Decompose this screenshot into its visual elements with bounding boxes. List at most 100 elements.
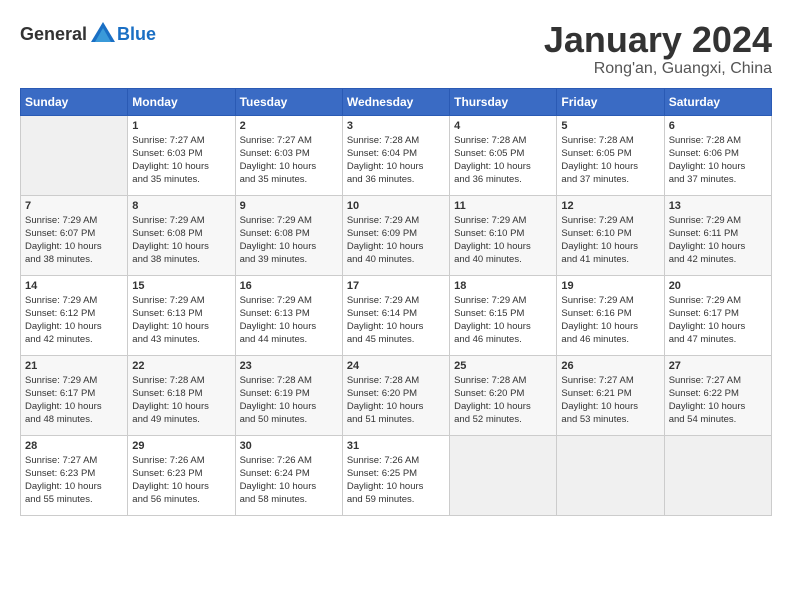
day-number: 15 [132, 280, 230, 292]
day-number: 27 [669, 360, 767, 372]
day-info: Sunrise: 7:29 AMSunset: 6:08 PMDaylight:… [132, 214, 230, 267]
day-number: 24 [347, 360, 445, 372]
calendar-header-cell: Tuesday [235, 88, 342, 115]
day-number: 23 [240, 360, 338, 372]
title-area: January 2024 Rong'an, Guangxi, China [544, 20, 772, 78]
calendar-day-cell: 8 Sunrise: 7:29 AMSunset: 6:08 PMDaylight… [128, 195, 235, 275]
day-number: 29 [132, 440, 230, 452]
calendar-day-cell: 22Sunrise: 7:28 AMSunset: 6:18 PMDayligh… [128, 355, 235, 435]
day-info: Sunrise: 7:27 AMSunset: 6:21 PMDaylight:… [561, 374, 659, 427]
day-number: 6 [669, 120, 767, 132]
logo: General Blue [20, 20, 156, 48]
day-number: 30 [240, 440, 338, 452]
calendar-day-cell: 13 Sunrise: 7:29 AMSunset: 6:11 PMDayligh… [664, 195, 771, 275]
day-info: Sunrise: 7:28 AMSunset: 6:05 PMDaylight:… [561, 134, 659, 187]
calendar-header-cell: Monday [128, 88, 235, 115]
calendar-day-cell: 16Sunrise: 7:29 AMSunset: 6:13 PMDayligh… [235, 275, 342, 355]
calendar-day-cell: 3Sunrise: 7:28 AMSunset: 6:04 PMDaylight… [342, 115, 449, 195]
calendar-header-cell: Saturday [664, 88, 771, 115]
calendar-table: SundayMondayTuesdayWednesdayThursdayFrid… [20, 88, 772, 516]
page-header: General Blue January 2024 Rong'an, Guang… [20, 20, 772, 78]
day-number: 25 [454, 360, 552, 372]
calendar-day-cell: 18 Sunrise: 7:29 AMSunset: 6:15 PMDayligh… [450, 275, 557, 355]
calendar-day-cell: 10Sunrise: 7:29 AMSunset: 6:09 PMDayligh… [342, 195, 449, 275]
day-info: Sunrise: 7:29 AMSunset: 6:14 PMDaylight:… [347, 294, 445, 347]
calendar-week-row: 28Sunrise: 7:27 AMSunset: 6:23 PMDayligh… [21, 435, 772, 515]
day-number: 20 [669, 280, 767, 292]
calendar-day-cell: 28Sunrise: 7:27 AMSunset: 6:23 PMDayligh… [21, 435, 128, 515]
day-info: Sunrise: 7:28 AMSunset: 6:20 PMDaylight:… [454, 374, 552, 427]
day-info: Sunrise: 7:27 AMSunset: 6:22 PMDaylight:… [669, 374, 767, 427]
calendar-body: 1 Sunrise: 7:27 AMSunset: 6:03 PMDaylight… [21, 115, 772, 515]
calendar-day-cell [664, 435, 771, 515]
day-number: 26 [561, 360, 659, 372]
month-title: January 2024 [544, 20, 772, 60]
day-info: Sunrise: 7:27 AMSunset: 6:03 PMDaylight:… [240, 134, 338, 187]
calendar-header-cell: Wednesday [342, 88, 449, 115]
calendar-day-cell: 24 Sunrise: 7:28 AMSunset: 6:20 PMDayligh… [342, 355, 449, 435]
logo-text-blue: Blue [117, 24, 156, 45]
calendar-day-cell: 6 Sunrise: 7:28 AMSunset: 6:06 PMDaylight… [664, 115, 771, 195]
calendar-day-cell: 14 Sunrise: 7:29 AMSunset: 6:12 PMDayligh… [21, 275, 128, 355]
day-number: 22 [132, 360, 230, 372]
calendar-day-cell: 31Sunrise: 7:26 AMSunset: 6:25 PMDayligh… [342, 435, 449, 515]
calendar-day-cell: 5 Sunrise: 7:28 AMSunset: 6:05 PMDaylight… [557, 115, 664, 195]
calendar-week-row: 7 Sunrise: 7:29 AMSunset: 6:07 PMDaylight… [21, 195, 772, 275]
calendar-day-cell: 19 Sunrise: 7:29 AMSunset: 6:16 PMDayligh… [557, 275, 664, 355]
day-number: 5 [561, 120, 659, 132]
day-number: 7 [25, 200, 123, 212]
day-info: Sunrise: 7:29 AMSunset: 6:10 PMDaylight:… [561, 214, 659, 267]
calendar-week-row: 1 Sunrise: 7:27 AMSunset: 6:03 PMDaylight… [21, 115, 772, 195]
day-info: Sunrise: 7:29 AMSunset: 6:12 PMDaylight:… [25, 294, 123, 347]
day-number: 21 [25, 360, 123, 372]
day-info: Sunrise: 7:29 AMSunset: 6:10 PMDaylight:… [454, 214, 552, 267]
location: Rong'an, Guangxi, China [544, 60, 772, 78]
calendar-header-row: SundayMondayTuesdayWednesdayThursdayFrid… [21, 88, 772, 115]
calendar-header-cell: Friday [557, 88, 664, 115]
calendar-header-cell: Thursday [450, 88, 557, 115]
calendar-day-cell [450, 435, 557, 515]
calendar-day-cell: 30 Sunrise: 7:26 AMSunset: 6:24 PMDayligh… [235, 435, 342, 515]
day-info: Sunrise: 7:26 AMSunset: 6:25 PMDaylight:… [347, 454, 445, 507]
day-info: Sunrise: 7:28 AMSunset: 6:20 PMDaylight:… [347, 374, 445, 427]
day-number: 17 [347, 280, 445, 292]
day-number: 14 [25, 280, 123, 292]
day-info: Sunrise: 7:29 AMSunset: 6:07 PMDaylight:… [25, 214, 123, 267]
calendar-day-cell: 7 Sunrise: 7:29 AMSunset: 6:07 PMDaylight… [21, 195, 128, 275]
day-info: Sunrise: 7:26 AMSunset: 6:24 PMDaylight:… [240, 454, 338, 507]
day-number: 9 [240, 200, 338, 212]
day-info: Sunrise: 7:27 AMSunset: 6:23 PMDaylight:… [25, 454, 123, 507]
calendar-day-cell: 4Sunrise: 7:28 AMSunset: 6:05 PMDaylight… [450, 115, 557, 195]
day-number: 2 [240, 120, 338, 132]
calendar-day-cell: 17 Sunrise: 7:29 AMSunset: 6:14 PMDayligh… [342, 275, 449, 355]
day-number: 19 [561, 280, 659, 292]
day-number: 8 [132, 200, 230, 212]
day-number: 11 [454, 200, 552, 212]
day-info: Sunrise: 7:29 AMSunset: 6:13 PMDaylight:… [240, 294, 338, 347]
day-info: Sunrise: 7:29 AMSunset: 6:16 PMDaylight:… [561, 294, 659, 347]
day-number: 12 [561, 200, 659, 212]
day-info: Sunrise: 7:28 AMSunset: 6:05 PMDaylight:… [454, 134, 552, 187]
calendar-day-cell: 9 Sunrise: 7:29 AMSunset: 6:08 PMDaylight… [235, 195, 342, 275]
day-info: Sunrise: 7:28 AMSunset: 6:19 PMDaylight:… [240, 374, 338, 427]
calendar-day-cell: 23 Sunrise: 7:28 AMSunset: 6:19 PMDayligh… [235, 355, 342, 435]
day-info: Sunrise: 7:29 AMSunset: 6:17 PMDaylight:… [669, 294, 767, 347]
calendar-day-cell [21, 115, 128, 195]
calendar-header-cell: Sunday [21, 88, 128, 115]
day-info: Sunrise: 7:29 AMSunset: 6:15 PMDaylight:… [454, 294, 552, 347]
day-info: Sunrise: 7:28 AMSunset: 6:06 PMDaylight:… [669, 134, 767, 187]
day-info: Sunrise: 7:29 AMSunset: 6:08 PMDaylight:… [240, 214, 338, 267]
day-number: 13 [669, 200, 767, 212]
day-info: Sunrise: 7:28 AMSunset: 6:04 PMDaylight:… [347, 134, 445, 187]
calendar-day-cell: 21Sunrise: 7:29 AMSunset: 6:17 PMDayligh… [21, 355, 128, 435]
day-number: 1 [132, 120, 230, 132]
day-info: Sunrise: 7:27 AMSunset: 6:03 PMDaylight:… [132, 134, 230, 187]
day-number: 18 [454, 280, 552, 292]
logo-text-general: General [20, 24, 87, 45]
calendar-day-cell [557, 435, 664, 515]
day-number: 10 [347, 200, 445, 212]
calendar-day-cell: 2 Sunrise: 7:27 AMSunset: 6:03 PMDaylight… [235, 115, 342, 195]
calendar-day-cell: 12 Sunrise: 7:29 AMSunset: 6:10 PMDayligh… [557, 195, 664, 275]
day-info: Sunrise: 7:29 AMSunset: 6:11 PMDaylight:… [669, 214, 767, 267]
calendar-day-cell: 11 Sunrise: 7:29 AMSunset: 6:10 PMDayligh… [450, 195, 557, 275]
